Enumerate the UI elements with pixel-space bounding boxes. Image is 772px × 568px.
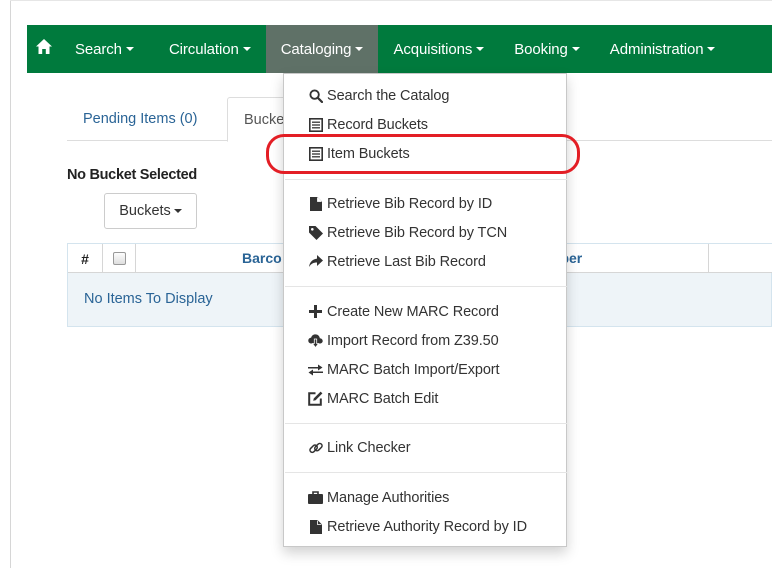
plus-icon [308, 304, 323, 319]
menu-item-label: Retrieve Last Bib Record [327, 253, 486, 270]
link-icon [308, 440, 323, 455]
menu-item-retrieve-bib-by-id[interactable]: Retrieve Bib Record by ID [284, 190, 566, 217]
menu-item-label: Manage Authorities [327, 489, 450, 506]
file-icon [308, 519, 323, 534]
tag-icon [308, 225, 323, 240]
menu-item-link-checker[interactable]: Link Checker [284, 434, 566, 461]
menu-divider [285, 472, 567, 473]
nav-search[interactable]: Search [61, 25, 154, 73]
column-header-barcode[interactable]: Barco [242, 250, 282, 266]
menu-item-label: Retrieve Bib Record by TCN [327, 224, 508, 241]
menu-item-label: Link Checker [327, 439, 411, 456]
menu-item-label: Retrieve Bib Record by ID [327, 195, 493, 212]
menu-item-label: Record Buckets [327, 116, 428, 133]
caret-down-icon [355, 47, 364, 51]
caret-down-icon [476, 47, 485, 51]
item-buckets-highlight-annotation [266, 134, 580, 174]
home-icon [36, 39, 52, 59]
menu-item-label: Search the Catalog [327, 87, 450, 104]
nav-cataloging[interactable]: Cataloging [265, 25, 379, 73]
nav-booking[interactable]: Booking [499, 25, 595, 73]
nav-administration[interactable]: Administration [595, 25, 731, 73]
caret-down-icon [571, 47, 580, 51]
list-icon [308, 117, 323, 132]
bucket-status: No Bucket Selected [67, 167, 197, 183]
screenshot-frame-left [10, 0, 11, 568]
grid-empty-message: No Items To Display [84, 291, 213, 307]
menu-item-marc-batch-import-export[interactable]: MARC Batch Import/Export [284, 356, 566, 383]
buckets-button-label: Buckets [119, 203, 171, 219]
tab-pending-items[interactable]: Pending Items (0) [67, 97, 227, 141]
home-button[interactable] [27, 25, 61, 73]
menu-item-retrieve-authority-by-id[interactable]: Retrieve Authority Record by ID [284, 513, 566, 540]
menu-divider [285, 423, 567, 424]
menu-item-label: Import Record from Z39.50 [327, 332, 499, 349]
transfer-icon [308, 362, 323, 377]
edit-icon [308, 391, 323, 406]
menu-divider [285, 286, 567, 287]
menu-item-label: MARC Batch Import/Export [327, 361, 500, 378]
caret-down-icon [125, 47, 134, 51]
nav-cataloging-label: Cataloging [280, 40, 352, 58]
nav-acquisitions-label: Acquisitions [393, 40, 473, 58]
nav-circulation[interactable]: Circulation [154, 25, 266, 73]
menu-item-marc-batch-edit[interactable]: MARC Batch Edit [284, 385, 566, 412]
column-header-select [103, 244, 136, 273]
screenshot-frame-top [10, 0, 772, 1]
menu-item-search-catalog[interactable]: Search the Catalog [284, 82, 566, 109]
file-icon [308, 196, 323, 211]
select-all-checkbox[interactable] [112, 252, 126, 265]
caret-down-icon [707, 47, 716, 51]
menu-item-import-z3950[interactable]: Import Record from Z39.50 [284, 327, 566, 354]
nav-administration-label: Administration [609, 40, 704, 58]
nav-circulation-label: Circulation [168, 40, 239, 58]
menu-item-label: MARC Batch Edit [327, 390, 439, 407]
column-divider [708, 244, 709, 273]
nav-search-label: Search [75, 40, 122, 58]
menu-item-retrieve-bib-by-tcn[interactable]: Retrieve Bib Record by TCN [284, 219, 566, 246]
briefcase-icon [308, 490, 323, 505]
cloud-download-icon [308, 333, 323, 348]
caret-down-icon [173, 209, 182, 213]
top-navbar: Search Circulation Cataloging Acquisitio… [27, 25, 772, 73]
menu-item-create-marc[interactable]: Create New MARC Record [284, 298, 566, 325]
buckets-dropdown-button[interactable]: Buckets [104, 193, 197, 229]
nav-booking-label: Booking [514, 40, 568, 58]
share-arrow-icon [308, 254, 323, 269]
menu-item-label: Retrieve Authority Record by ID [327, 518, 527, 535]
search-icon [308, 88, 323, 103]
nav-acquisitions[interactable]: Acquisitions [378, 25, 499, 73]
menu-item-label: Create New MARC Record [327, 303, 499, 320]
column-header-index: # [68, 244, 103, 273]
caret-down-icon [242, 47, 251, 51]
menu-item-manage-authorities[interactable]: Manage Authorities [284, 484, 566, 511]
menu-item-retrieve-last-bib[interactable]: Retrieve Last Bib Record [284, 248, 566, 275]
menu-divider [285, 179, 567, 180]
